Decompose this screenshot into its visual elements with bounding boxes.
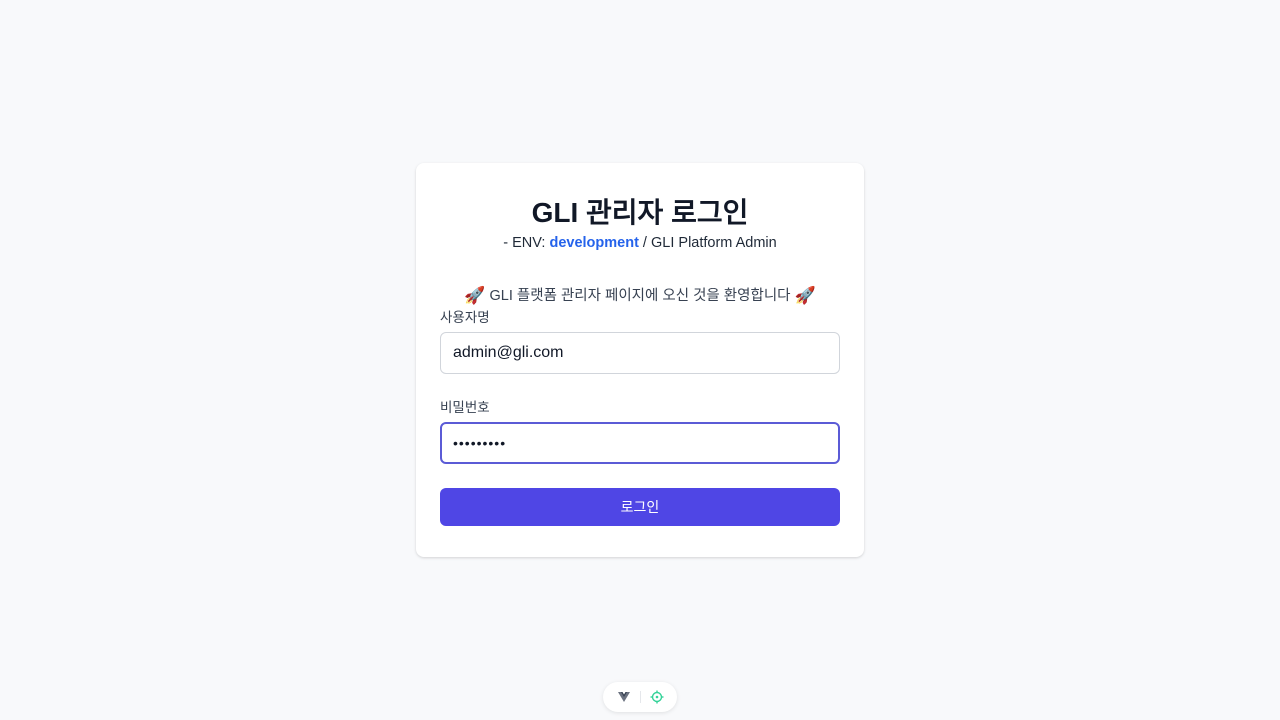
- subtitle-suffix: / GLI Platform Admin: [638, 235, 777, 251]
- username-input[interactable]: [440, 332, 840, 374]
- password-input[interactable]: [440, 422, 840, 464]
- welcome-text: GLI 플랫폼 관리자 페이지에 오신 것을 환영합니다: [485, 288, 795, 304]
- inspector-target-icon[interactable]: [650, 690, 664, 704]
- login-button[interactable]: 로그인: [440, 488, 840, 526]
- vue-devtools-icon[interactable]: [617, 690, 631, 704]
- devtools-toolbar[interactable]: [603, 682, 677, 712]
- environment-name: development: [549, 235, 639, 251]
- username-label: 사용자명: [440, 310, 490, 325]
- rocket-icon: 🚀: [464, 286, 486, 305]
- subtitle-prefix: - ENV:: [503, 235, 550, 251]
- welcome-message: 🚀 GLI 플랫폼 관리자 페이지에 오신 것을 환영합니다 🚀: [416, 286, 864, 306]
- login-page: GLI 관리자 로그인 - ENV: development / GLI Pla…: [0, 0, 1280, 720]
- page-title: GLI 관리자 로그인: [531, 197, 749, 228]
- rocket-icon: 🚀: [794, 286, 816, 305]
- environment-subtitle: - ENV: development / GLI Platform Admin: [416, 233, 864, 253]
- toolbar-divider: [640, 691, 641, 703]
- login-card: GLI 관리자 로그인 - ENV: development / GLI Pla…: [416, 163, 864, 557]
- password-label: 비밀번호: [440, 400, 490, 415]
